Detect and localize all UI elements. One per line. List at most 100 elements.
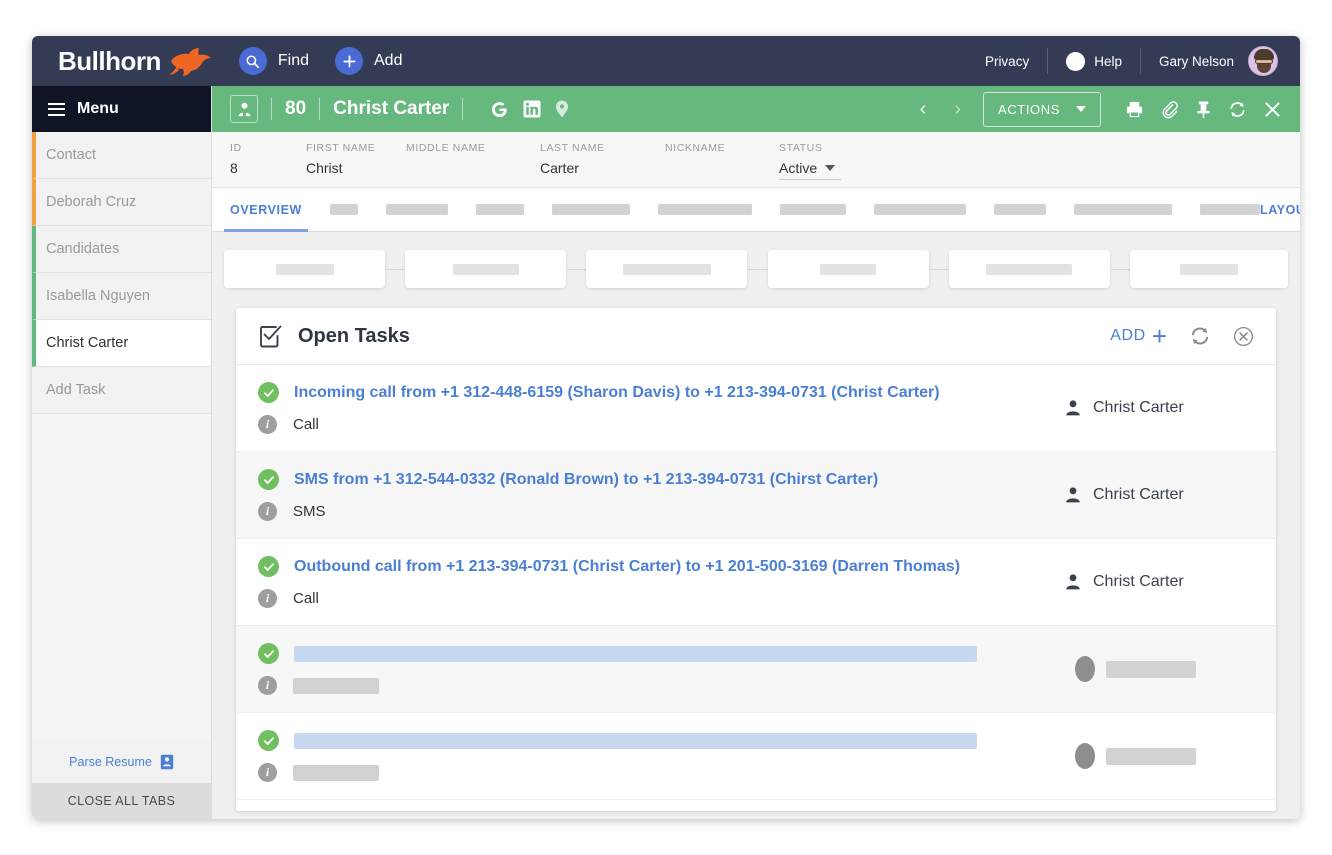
sidebar-item-candidates[interactable]: Candidates: [32, 226, 211, 273]
bullhorn-app-window: Bullhorn Find Add Privacy Help Gary Nels…: [32, 36, 1300, 819]
placeholder-tab[interactable]: [657, 204, 752, 215]
sidebar-item-isabella-nguyen[interactable]: Isabella Nguyen: [32, 273, 211, 320]
record-id: 80: [285, 98, 307, 119]
topnav-right-group: Privacy Help Gary Nelson: [985, 36, 1300, 86]
actions-dropdown[interactable]: ACTIONS: [983, 91, 1101, 127]
avatar[interactable]: [1248, 46, 1278, 76]
person-icon: [1066, 487, 1080, 503]
placeholder-tab[interactable]: [1199, 204, 1260, 215]
task-title-link[interactable]: SMS from +1 312-544-0332 (Ronald Brown) …: [294, 471, 878, 489]
divider: [1047, 48, 1049, 74]
task-row[interactable]: Incoming call from +1 312-448-6159 (Shar…: [236, 365, 1276, 452]
refresh-icon[interactable]: [1228, 100, 1247, 119]
task-complete-icon[interactable]: [258, 556, 279, 577]
task-row[interactable]: Outbound call from +1 213-394-0731 (Chri…: [236, 539, 1276, 626]
bullhorn-logo[interactable]: Bullhorn: [58, 45, 213, 77]
task-owner: Christ Carter: [1064, 486, 1254, 504]
info-icon[interactable]: i: [258, 502, 277, 521]
add-button[interactable]: Add: [335, 47, 402, 75]
placeholder-tab[interactable]: [475, 204, 524, 215]
plus-icon[interactable]: +: [1152, 323, 1167, 349]
sidebar-item-christ-carter[interactable]: Christ Carter: [32, 320, 211, 367]
contact-record-icon[interactable]: [230, 95, 258, 123]
task-row[interactable]: i: [236, 713, 1276, 800]
menu-label: Menu: [77, 100, 119, 117]
privacy-link[interactable]: Privacy: [985, 54, 1029, 69]
avatar-beard: [1257, 64, 1271, 73]
info-icon[interactable]: i: [258, 589, 277, 608]
summary-card[interactable]: [1130, 250, 1289, 288]
placeholder-tab[interactable]: [385, 204, 448, 215]
info-icon[interactable]: i: [258, 763, 277, 782]
info-icon[interactable]: i: [258, 415, 277, 434]
task-details: Incoming call from +1 312-448-6159 (Shar…: [258, 382, 1064, 434]
info-icon[interactable]: i: [258, 676, 277, 695]
sidebar-item-label: Candidates: [46, 241, 120, 257]
task-owner-name: Christ Carter: [1093, 573, 1184, 590]
add-task-link[interactable]: ADD: [1110, 327, 1146, 345]
sidebar-item-deborah-cruz[interactable]: Deborah Cruz: [32, 179, 211, 226]
sidebar-item-label: Christ Carter: [46, 335, 129, 351]
chevron-down-icon: [1076, 106, 1086, 112]
summary-card[interactable]: [586, 250, 748, 288]
refresh-icon[interactable]: [1189, 325, 1211, 347]
placeholder-tab[interactable]: [1073, 204, 1172, 215]
task-complete-icon[interactable]: [258, 382, 279, 403]
linkedin-icon[interactable]: [523, 100, 541, 118]
previous-record-button[interactable]: ‹: [906, 98, 941, 121]
summary-card[interactable]: [405, 250, 567, 288]
tab-overview[interactable]: OVERVIEW: [224, 188, 308, 232]
summary-card[interactable]: [948, 250, 1110, 288]
placeholder-tab[interactable]: [329, 204, 358, 215]
location-pin-icon[interactable]: [555, 100, 569, 118]
divider: [271, 98, 272, 120]
task-owner-name: Christ Carter: [1093, 399, 1184, 416]
close-icon[interactable]: [1263, 100, 1282, 119]
placeholder-bar: [293, 677, 379, 694]
task-title-link[interactable]: Incoming call from +1 312-448-6159 (Shar…: [294, 384, 940, 402]
placeholder-bar: [294, 645, 977, 662]
placeholder-tab[interactable]: [551, 204, 630, 215]
placeholder-tab-list: [302, 204, 1260, 215]
record-header-bar: 80 Christ Carter ‹ › ACTIONS: [212, 86, 1300, 132]
placeholder-bar: [293, 764, 379, 781]
hamburger-icon: [48, 102, 65, 116]
task-complete-icon[interactable]: [258, 730, 279, 751]
find-button[interactable]: Find: [238, 47, 309, 75]
bull-logo-icon: [168, 48, 211, 76]
google-search-icon[interactable]: [490, 100, 509, 119]
task-type: Call: [293, 416, 319, 433]
layout-button[interactable]: LAYOUT: [1260, 203, 1300, 217]
close-panel-icon[interactable]: [1233, 326, 1254, 347]
sidebar-item-add-task[interactable]: Add Task: [32, 367, 211, 414]
user-name[interactable]: Gary Nelson: [1159, 54, 1234, 69]
parse-resume-button[interactable]: Parse Resume: [32, 741, 211, 783]
summary-card[interactable]: [224, 250, 385, 288]
pin-icon[interactable]: [1195, 100, 1212, 119]
task-row[interactable]: i: [236, 626, 1276, 713]
card-connector: [566, 268, 587, 270]
record-header-tools: ‹ › ACTIONS: [906, 91, 1282, 127]
print-icon[interactable]: [1125, 100, 1144, 119]
summary-card[interactable]: [767, 250, 929, 288]
card-connector: [928, 268, 949, 270]
task-title-link[interactable]: Outbound call from +1 213-394-0731 (Chri…: [294, 558, 960, 576]
open-tasks-header: Open Tasks ADD +: [236, 308, 1276, 365]
placeholder-tab[interactable]: [873, 204, 966, 215]
task-complete-icon[interactable]: [258, 643, 279, 664]
placeholder-tab[interactable]: [993, 204, 1046, 215]
task-details: SMS from +1 312-544-0332 (Ronald Brown) …: [258, 469, 1064, 521]
placeholder-bar: [1106, 660, 1196, 678]
card-connector: [385, 268, 406, 270]
task-row[interactable]: SMS from +1 312-544-0332 (Ronald Brown) …: [236, 452, 1276, 539]
help-icon[interactable]: [1066, 51, 1086, 71]
status-dropdown[interactable]: Active: [779, 160, 841, 180]
placeholder-tab[interactable]: [779, 204, 846, 215]
attachment-link-icon[interactable]: [1160, 100, 1179, 119]
menu-button[interactable]: Menu: [32, 86, 211, 132]
next-record-button[interactable]: ›: [940, 98, 975, 121]
sidebar-item-contact[interactable]: Contact: [32, 132, 211, 179]
close-all-tabs-button[interactable]: CLOSE ALL TABS: [32, 783, 211, 819]
task-complete-icon[interactable]: [258, 469, 279, 490]
help-link[interactable]: Help: [1094, 54, 1122, 69]
